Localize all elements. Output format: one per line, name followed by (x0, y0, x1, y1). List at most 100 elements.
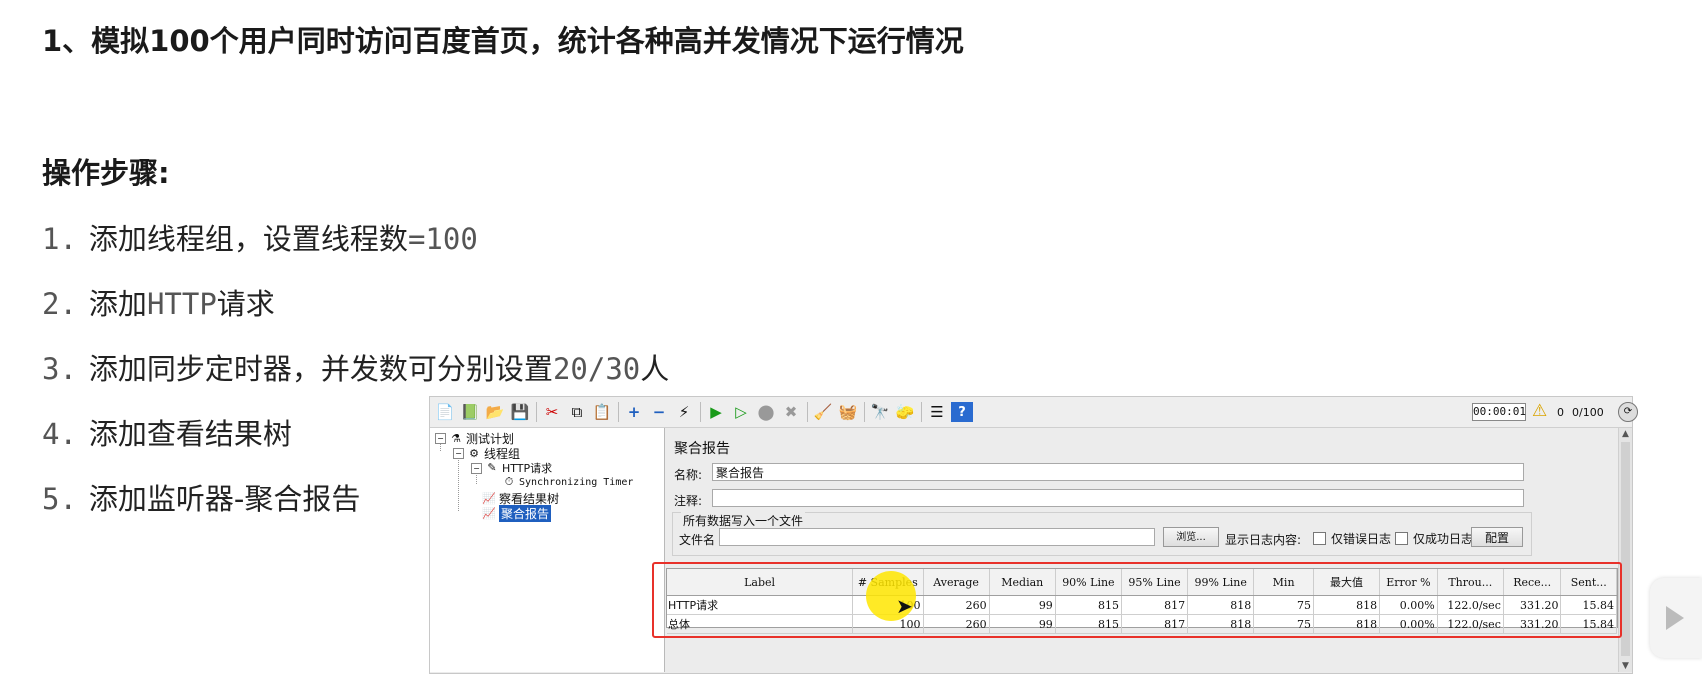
step-2: 2. 添加HTTP请求 (42, 281, 275, 323)
column-header[interactable]: # Samples (852, 569, 924, 596)
column-header[interactable]: Error % (1379, 569, 1438, 596)
table-cell: 0.00% (1379, 595, 1438, 615)
table-cell: 15.84 (1560, 595, 1617, 615)
column-header[interactable]: Min (1253, 569, 1314, 596)
table-cell: 122.0/sec (1437, 614, 1504, 634)
save-icon[interactable]: 💾 (509, 402, 531, 422)
checkbox-box[interactable] (1395, 532, 1408, 545)
step-text: 添加监听器-聚合报告 (88, 482, 361, 516)
stop-icon[interactable]: ⬤ (755, 402, 777, 422)
table-cell: 75 (1253, 595, 1314, 615)
tree-item-aggregate-report[interactable]: 📈 聚合报告 (482, 505, 552, 522)
help-icon[interactable]: ? (951, 402, 973, 422)
column-header[interactable]: Sent... (1560, 569, 1617, 596)
table-cell: 260 (923, 614, 990, 634)
configure-button[interactable]: 配置 (1471, 527, 1523, 547)
warning-count: 0 (1557, 406, 1564, 419)
table-cell: 818 (1187, 595, 1255, 615)
step-tail: 人 (640, 352, 670, 386)
table-header-row: Label # Samples Average Median 90% Line 95% L… (667, 569, 1617, 596)
step-4: 4. 添加查看结果树 (42, 411, 292, 453)
vertical-scrollbar[interactable]: ▲ ▼ (1618, 428, 1632, 672)
floating-video-widget[interactable] (1650, 578, 1702, 658)
column-header[interactable]: 99% Line (1187, 569, 1255, 596)
pipette-icon: ✎ (487, 461, 497, 474)
new-icon[interactable]: 📄 (434, 402, 456, 422)
aggregate-table: Label # Samples Average Median 90% Line 95% L… (666, 568, 1618, 634)
collapse-icon[interactable]: − (648, 402, 670, 422)
clear-all-icon[interactable]: 🧺 (837, 402, 859, 422)
scroll-up-icon[interactable]: ▲ (1620, 428, 1631, 440)
column-header[interactable]: Throu... (1437, 569, 1504, 596)
clear-icon[interactable]: 🧹 (812, 402, 834, 422)
clock-icon: ⏱ (504, 475, 514, 488)
checkbox-label: 仅成功日志 (1413, 532, 1474, 546)
column-header[interactable]: Median (989, 569, 1056, 596)
open-icon[interactable]: 📂 (484, 402, 506, 422)
table-cell: 260 (923, 595, 990, 615)
step-text: 添加同步定时器，并发数可分别设置 (88, 352, 553, 386)
play-icon[interactable] (1666, 606, 1684, 630)
table-row[interactable]: 总体 100 260 99 815 817 818 75 818 0.00% 122.0/sec 33… (667, 614, 1617, 634)
table-cell: 815 (1055, 595, 1122, 615)
column-header[interactable]: 95% Line (1121, 569, 1189, 596)
reset-search-icon[interactable]: 🧽 (894, 402, 916, 422)
comment-label: 注释: (674, 494, 703, 508)
table-cell: 331.20 (1503, 614, 1562, 634)
column-header[interactable]: 最大值 (1313, 569, 1381, 596)
tree-item-sync-timer[interactable]: ⏱ Synchronizing Timer (502, 475, 634, 489)
browse-button[interactable]: 浏览... (1163, 527, 1219, 547)
errors-only-checkbox[interactable]: 仅错误日志 (1313, 530, 1391, 547)
toolbar-separator (921, 402, 922, 422)
write-results-group: 所有数据写入一个文件 文件名 浏览... 显示日志内容: 仅错误日志 仅成功日志… (672, 512, 1532, 556)
toggle-icon[interactable]: ⚡ (673, 402, 695, 422)
table-cell: 817 (1121, 614, 1189, 634)
tree-item-http-request[interactable]: − ✎ HTTP请求 (471, 460, 552, 476)
templates-icon[interactable]: 📗 (459, 402, 481, 422)
tree-item-label: HTTP请求 (502, 462, 553, 475)
name-label: 名称: (674, 468, 703, 482)
warning-icon[interactable]: ⚠ (1532, 401, 1547, 421)
collapse-toggle-icon[interactable]: − (471, 462, 482, 474)
step-3: 3. 添加同步定时器，并发数可分别设置20/30人 (42, 346, 669, 388)
step-suffix: =100 (407, 222, 478, 256)
step-tail: 请求 (216, 287, 275, 321)
table-cell: 818 (1187, 614, 1255, 634)
comment-field[interactable] (712, 489, 1524, 507)
toolbar-separator (864, 402, 865, 422)
table-cell: 818 (1313, 595, 1381, 615)
column-header[interactable]: 90% Line (1055, 569, 1122, 596)
chart-icon: 📈 (482, 491, 496, 505)
checkbox-box[interactable] (1313, 532, 1326, 545)
start-icon[interactable]: ▶ (705, 402, 727, 422)
cut-icon[interactable]: ✂ (541, 402, 563, 422)
table-row[interactable]: HTTP请求 100 260 99 815 817 818 75 818 0.00% 122.0/s… (667, 595, 1617, 615)
paste-icon[interactable]: 📋 (591, 402, 613, 422)
aggregate-report-panel: 聚合报告 名称: 聚合报告 注释: 所有数据写入一个文件 文件名 浏览... 显… (666, 428, 1618, 672)
panel-title: 聚合报告 (674, 441, 730, 457)
scroll-thumb[interactable] (1621, 442, 1630, 656)
column-header[interactable]: Average (923, 569, 990, 596)
scroll-down-icon[interactable]: ▼ (1620, 660, 1631, 672)
expand-icon[interactable]: + (623, 402, 645, 422)
collapse-toggle-icon[interactable]: − (453, 448, 464, 459)
toolbar-separator (536, 402, 537, 422)
table-cell: 99 (989, 595, 1056, 615)
function-helper-icon[interactable]: ☰ (926, 402, 948, 422)
filename-field[interactable] (719, 528, 1155, 546)
collapse-toggle-icon[interactable]: − (435, 433, 446, 444)
start-no-pauses-icon[interactable]: ▷ (730, 402, 752, 422)
shutdown-icon[interactable]: ✖ (780, 402, 802, 422)
success-only-checkbox[interactable]: 仅成功日志 (1395, 530, 1473, 547)
tree-item-label: 聚合报告 (499, 505, 552, 522)
search-icon[interactable]: 🔭 (869, 402, 891, 422)
remote-stop-icon[interactable]: ⟳ (1618, 402, 1638, 422)
copy-icon[interactable]: ⧉ (566, 402, 588, 422)
column-header[interactable]: Label (667, 569, 854, 596)
table-cell: 817 (1121, 595, 1189, 615)
flask-icon: ⚗ (451, 431, 461, 445)
name-field[interactable]: 聚合报告 (712, 463, 1524, 481)
column-header[interactable]: Rece... (1503, 569, 1562, 596)
step-1: 1. 添加线程组，设置线程数=100 (42, 216, 478, 258)
step-suffix: HTTP (146, 287, 217, 321)
